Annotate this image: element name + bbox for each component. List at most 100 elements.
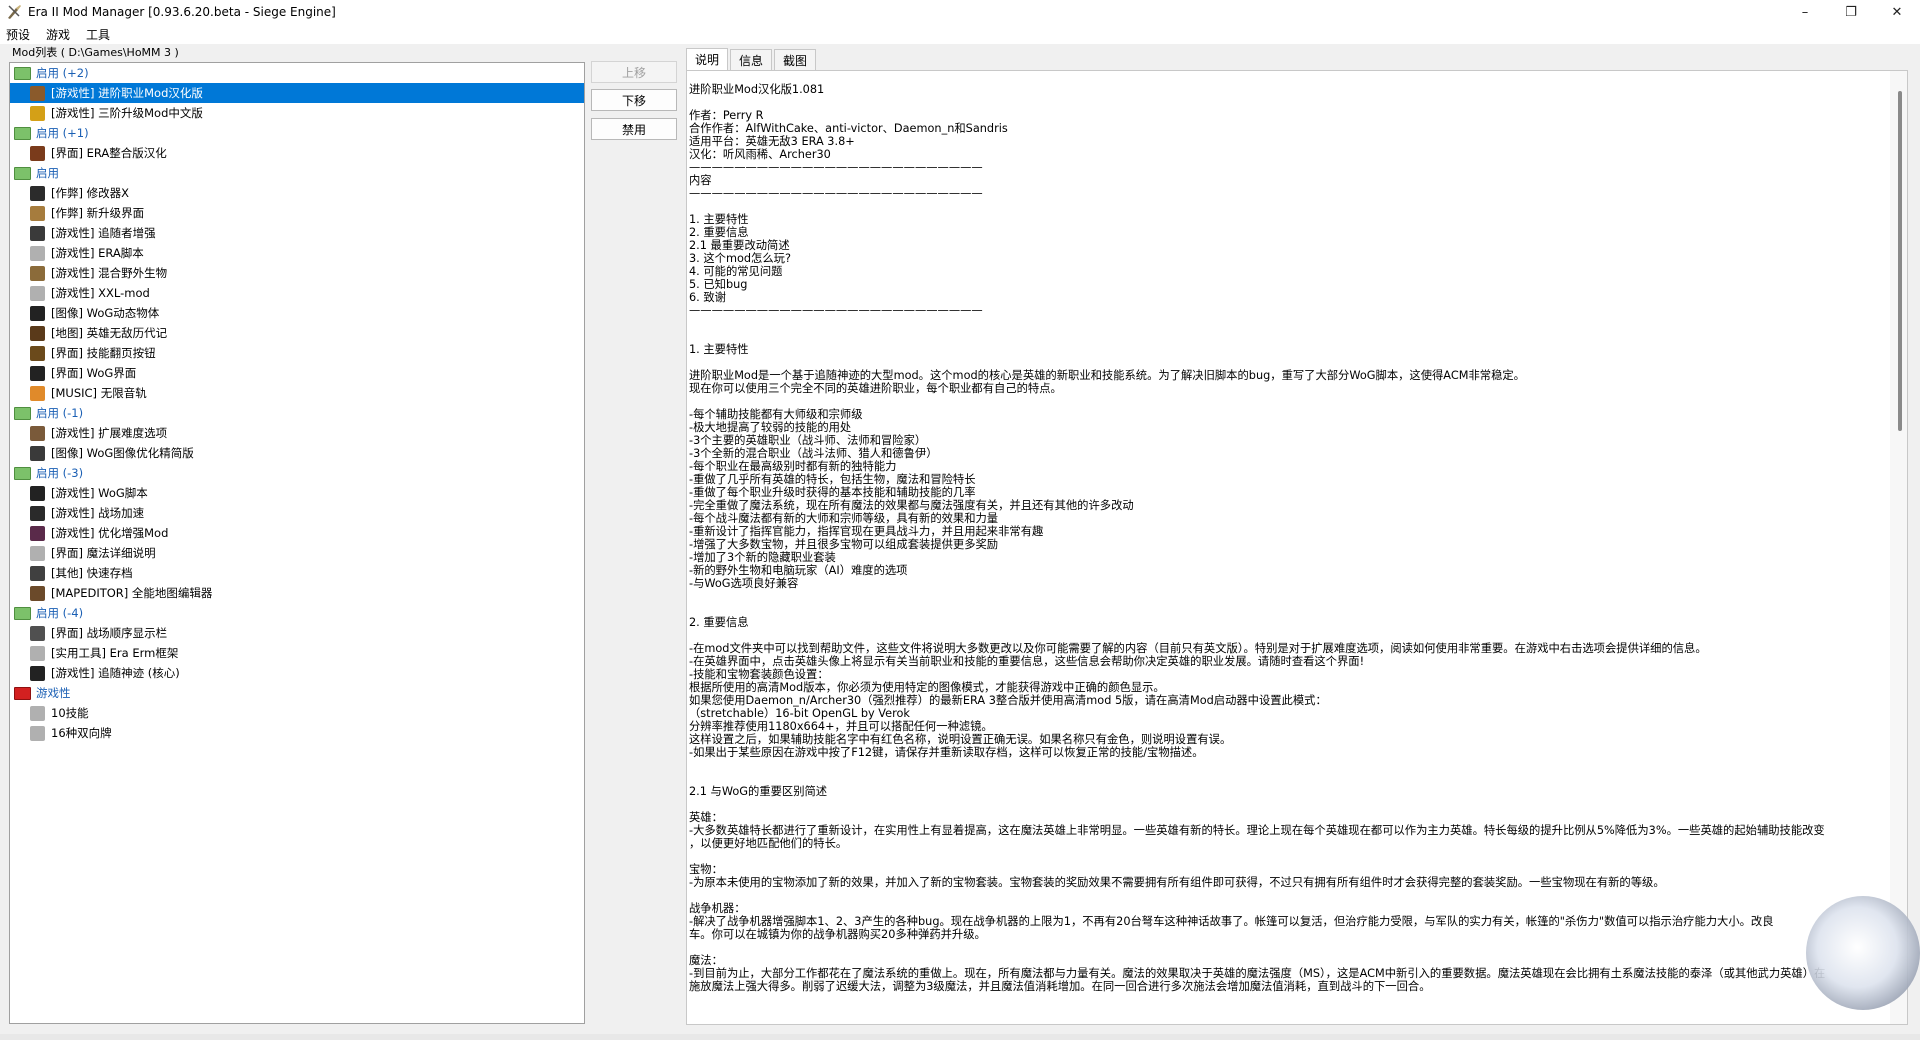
description-line: 进阶职业Mod是一个基于追随神迹的大型mod。这个mod的核心是英雄的新职业和技… <box>689 369 1525 382</box>
description-line <box>689 200 1889 213</box>
description-line: -新的野外生物和电脑玩家（AI）难度的选项 <box>689 564 908 577</box>
mod-label: [其他] 快速存档 <box>51 566 133 580</box>
mod-label: [作弊] 新升级界面 <box>51 206 145 220</box>
mod-label: [界面] 战场顺序显示栏 <box>51 626 168 640</box>
mod-icon <box>30 665 45 681</box>
description-line: 进阶职业Mod汉化版1.081 <box>689 83 825 96</box>
menu-presets[interactable]: 预设 <box>0 26 36 43</box>
mod-label: [游戏性] 追随神迹 (核心) <box>51 666 180 680</box>
mod-list-item[interactable]: [界面] ERA整合版汉化 <box>10 143 584 163</box>
modlist-label: Mod列表 ( D:\Games\HoMM 3 ) <box>12 46 179 59</box>
mod-list-item[interactable]: [作弊] 修改器X <box>10 183 584 203</box>
tab-screenshots[interactable]: 截图 <box>774 49 817 70</box>
description-line: 2.1 与WoG的重要区别简述 <box>689 785 828 798</box>
close-button[interactable]: ✕ <box>1874 0 1920 24</box>
mod-list-item[interactable]: [MUSIC] 无限音轨 <box>10 383 584 403</box>
mod-group-row[interactable]: 启用 (+1) <box>10 123 584 143</box>
mod-group-label: 启用 (-4) <box>36 606 84 620</box>
mod-list-item[interactable]: [游戏性] XXL-mod <box>10 283 584 303</box>
mod-list-item[interactable]: [游戏性] 追随神迹 (核心) <box>10 663 584 683</box>
description-line: -3个主要的英雄职业（战斗师、法师和冒险家） <box>689 434 927 447</box>
description-panel[interactable]: 进阶职业Mod汉化版1.081 作者：Perry R 合作作者：AlfWithCak… <box>686 70 1908 1025</box>
mod-list-item[interactable]: [游戏性] 追随者增强 <box>10 223 584 243</box>
mod-list-item[interactable]: 16种双向牌 <box>10 723 584 743</box>
folder-icon <box>14 686 31 700</box>
description-line: 1. 主要特性 <box>689 343 749 356</box>
description-line: 魔法： <box>689 954 723 967</box>
description-line: 2. 重要信息 <box>689 226 749 239</box>
mod-group-row[interactable]: 启用 (-3) <box>10 463 584 483</box>
menu-game[interactable]: 游戏 <box>40 26 76 43</box>
description-line <box>689 759 1889 772</box>
mod-group-row[interactable]: 游戏性 <box>10 683 584 703</box>
mod-list-item[interactable]: 10技能 <box>10 703 584 723</box>
mod-list-item[interactable]: [游戏性] 三阶升级Mod中文版 <box>10 103 584 123</box>
avatar <box>1806 896 1920 1010</box>
mod-list-item[interactable]: [游戏性] 战场加速 <box>10 503 584 523</box>
mod-list-item[interactable]: [游戏性] 进阶职业Mod汉化版 <box>10 83 584 103</box>
mod-label: [界面] WoG界面 <box>51 366 137 380</box>
description-line <box>689 356 1889 369</box>
tab-description[interactable]: 说明 <box>686 48 729 70</box>
mod-group-row[interactable]: 启用 (-4) <box>10 603 584 623</box>
mod-list-tree[interactable]: 启用 (+2) [游戏性] 进阶职业Mod汉化版 [游戏性] 三阶升级Mod中文版启… <box>9 62 585 1024</box>
mod-label: [游戏性] XXL-mod <box>51 286 150 300</box>
maximize-button[interactable]: ❐ <box>1828 0 1874 24</box>
description-line: -极大地提高了较弱的技能的用处 <box>689 421 852 434</box>
mod-list-item[interactable]: [实用工具] Era Erm框架 <box>10 643 584 663</box>
mod-icon <box>30 525 45 541</box>
description-line: 英雄： <box>689 811 723 824</box>
mod-label: 16种双向牌 <box>51 726 112 740</box>
mod-list-item[interactable]: [界面] WoG界面 <box>10 363 584 383</box>
move-up-button[interactable]: 上移 <box>591 61 677 83</box>
mod-icon <box>30 105 45 121</box>
description-line <box>689 317 1889 330</box>
tab-info[interactable]: 信息 <box>730 49 773 70</box>
description-line: -在mod文件夹中可以找到帮助文件，这些文件将说明大多数更改以及你可能需要了解的… <box>689 642 1707 655</box>
mod-list-item[interactable]: [MAPEDITOR] 全能地图编辑器 <box>10 583 584 603</box>
folder-icon <box>14 606 31 620</box>
description-line: -重新设计了指挥官能力，指挥官现在更具战斗力，并且用起来非常有趣 <box>689 525 1044 538</box>
description-line: 施放魔法上强大得多。削弱了迟缓大法，调整为3级魔法，并且魔法值消耗增加。在同一回… <box>689 980 1431 993</box>
minimize-button[interactable]: – <box>1782 0 1828 24</box>
mod-group-row[interactable]: 启用 (-1) <box>10 403 584 423</box>
mod-label: [界面] ERA整合版汉化 <box>51 146 167 160</box>
mod-list-item[interactable]: [游戏性] ERA脚本 <box>10 243 584 263</box>
move-down-button[interactable]: 下移 <box>591 89 677 111</box>
disable-button[interactable]: 禁用 <box>591 118 677 140</box>
scroll-thumb[interactable] <box>1898 91 1902 431</box>
description-line: 4. 可能的常见问题 <box>689 265 783 278</box>
description-line <box>689 590 1889 603</box>
mod-list-item[interactable]: [地图] 英雄无敌历代记 <box>10 323 584 343</box>
mod-list-item[interactable]: [作弊] 新升级界面 <box>10 203 584 223</box>
app-icon <box>8 5 21 19</box>
mod-icon <box>30 565 45 581</box>
vertical-scrollbar[interactable] <box>1890 71 1907 1024</box>
folder-icon <box>14 406 31 420</box>
folder-icon <box>14 466 31 480</box>
description-line: 分辨率推荐使用1180x664+，并且可以搭配任何一种滤镜。 <box>689 720 993 733</box>
mod-group-label: 启用 (+2) <box>36 66 89 80</box>
mod-list-item[interactable]: [图像] WoG动态物体 <box>10 303 584 323</box>
mod-group-label: 启用 (+1) <box>36 126 89 140</box>
mod-icon <box>30 705 45 721</box>
mod-label: [游戏性] 进阶职业Mod汉化版 <box>51 86 203 100</box>
mod-list-item[interactable]: [界面] 技能翻页按钮 <box>10 343 584 363</box>
mod-list-item[interactable]: [游戏性] 混合野外生物 <box>10 263 584 283</box>
mod-icon <box>30 485 45 501</box>
mod-list-item[interactable]: [游戏性] WoG脚本 <box>10 483 584 503</box>
mod-group-label: 游戏性 <box>36 686 71 700</box>
mod-list-item[interactable]: [游戏性] 优化增强Mod <box>10 523 584 543</box>
mod-list-item[interactable]: [游戏性] 扩展难度选项 <box>10 423 584 443</box>
mod-list-item[interactable]: [图像] WoG图像优化精简版 <box>10 443 584 463</box>
description-line: -增加了3个新的隐藏职业套装 <box>689 551 836 564</box>
folder-icon <box>14 66 31 80</box>
mod-list-item[interactable]: [界面] 战场顺序显示栏 <box>10 623 584 643</box>
description-text: 进阶职业Mod汉化版1.081 作者：Perry R 合作作者：AlfWithCak… <box>689 83 1889 993</box>
window-title: Era II Mod Manager [0.93.6.20.beta - Sie… <box>28 5 336 19</box>
menu-tools[interactable]: 工具 <box>80 26 116 43</box>
mod-group-row[interactable]: 启用 <box>10 163 584 183</box>
mod-list-item[interactable]: [界面] 魔法详细说明 <box>10 543 584 563</box>
mod-group-row[interactable]: 启用 (+2) <box>10 63 584 83</box>
mod-list-item[interactable]: [其他] 快速存档 <box>10 563 584 583</box>
